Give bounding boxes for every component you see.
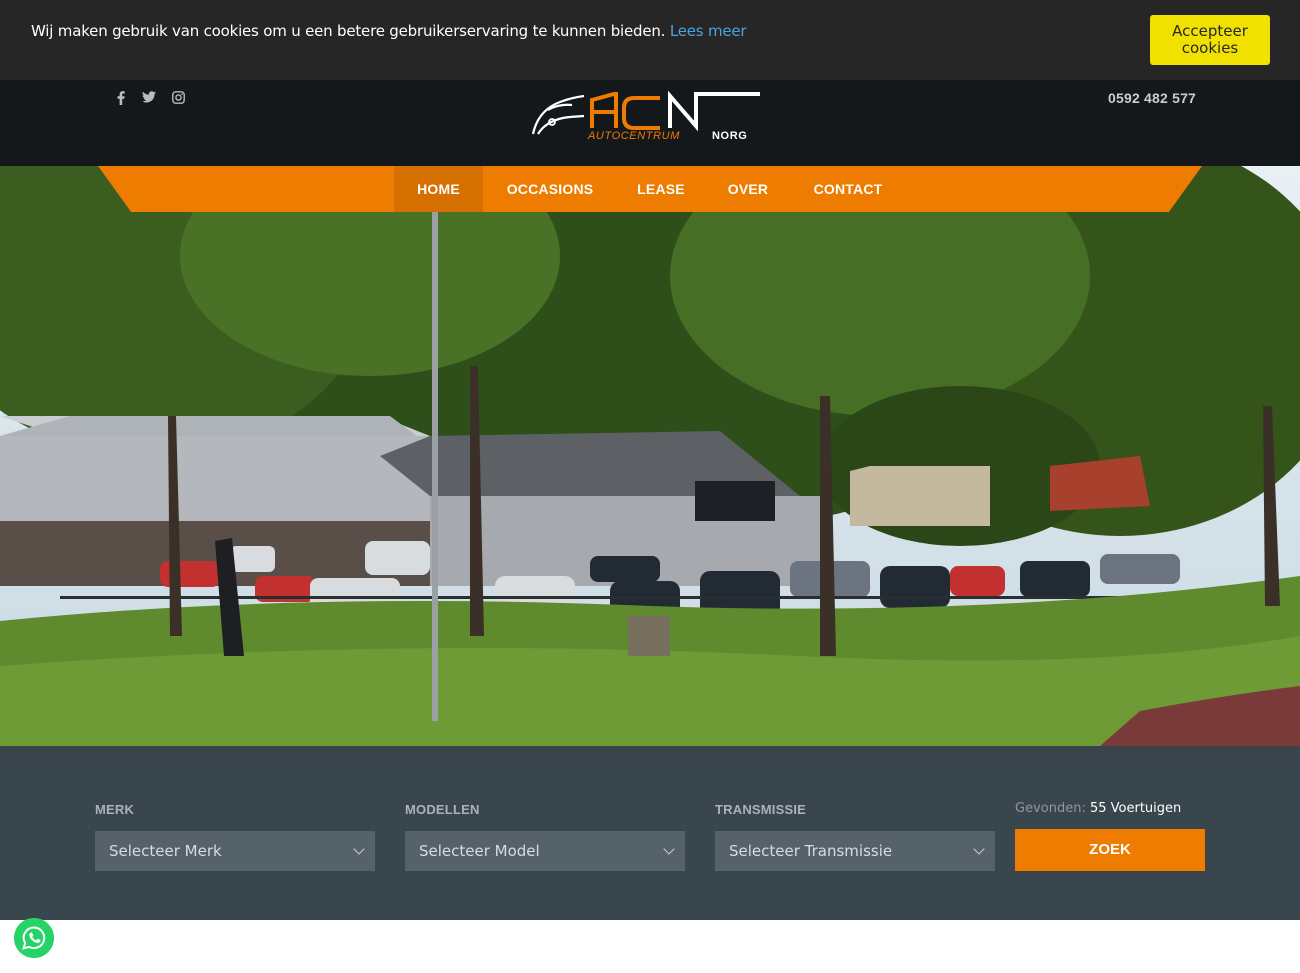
merk-select-value: Selecteer Merk [109,842,222,860]
nav-home[interactable]: HOME [394,166,483,212]
whatsapp-icon[interactable] [14,918,54,958]
cookie-bar: Wij maken gebruik van cookies om u een b… [0,0,1300,80]
nav-lease[interactable]: LEASE [627,166,695,212]
search-button[interactable]: ZOEK [1015,829,1205,871]
results-count-value: 55 Voertuigen [1089,801,1182,816]
nav-occasions[interactable]: OCCASIONS [495,166,605,212]
nav-over[interactable]: OVER [718,166,778,212]
accept-cookies-label-2: cookies [1181,39,1239,57]
cookie-message-text: Wij maken gebruik van cookies om u een b… [31,22,666,40]
cookie-message: Wij maken gebruik van cookies om u een b… [31,22,747,40]
chevron-down-icon [663,843,675,855]
acn-logo[interactable]: AUTOCENTRUM NORG [530,90,764,142]
merk-label: MERK [95,802,135,817]
logo-sub2: NORG [712,130,747,142]
phone-number[interactable]: 0592 482 577 [1108,90,1196,106]
logo-sub1: AUTOCENTRUM [587,130,680,142]
transmissie-select[interactable]: Selecteer Transmissie [715,831,995,871]
modellen-select-value: Selecteer Model [419,842,540,860]
results-count: Gevonden: 55 Voertuigen [1015,801,1181,816]
accept-cookies-label-1: Accepteer [1172,22,1248,40]
transmissie-select-value: Selecteer Transmissie [729,842,893,860]
twitter-icon[interactable] [142,91,156,107]
accept-cookies-button[interactable]: Accepteer cookies [1150,15,1270,65]
cookie-read-more-link[interactable]: Lees meer [670,22,747,40]
hero-bottom-strip [0,746,1300,766]
modellen-label: MODELLEN [405,802,480,817]
nav-contact[interactable]: CONTACT [800,166,896,212]
hero-image [0,166,1300,746]
chevron-down-icon [353,843,365,855]
chevron-down-icon [973,843,985,855]
transmissie-label: TRANSMISSIE [715,802,807,817]
modellen-select[interactable]: Selecteer Model [405,831,685,871]
facebook-icon[interactable] [117,91,125,109]
instagram-icon[interactable] [172,91,185,108]
results-count-label: Gevonden: [1015,801,1086,816]
merk-select[interactable]: Selecteer Merk [95,831,375,871]
